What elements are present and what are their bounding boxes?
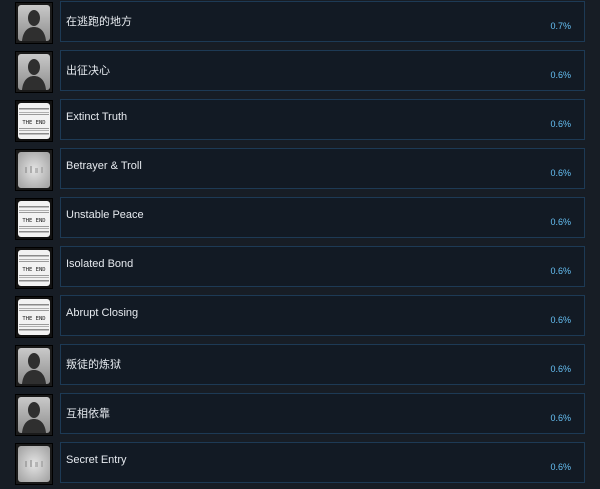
achievement-panel: Secret Entry 0.6% bbox=[60, 442, 585, 483]
the-end-icon: THE END bbox=[15, 247, 53, 289]
achievement-name: Isolated Bond bbox=[66, 258, 134, 270]
svg-text:THE END: THE END bbox=[22, 316, 45, 322]
achievement-name: Betrayer & Troll bbox=[66, 160, 142, 172]
achievement-percent: 0.6% bbox=[550, 266, 571, 276]
achievement-panel: Isolated Bond 0.6% bbox=[60, 246, 585, 287]
achievement-percent: 0.6% bbox=[550, 70, 571, 80]
achievement-row[interactable]: 在逃跑的地方 0.7% bbox=[0, 0, 600, 49]
achievement-panel: Betrayer & Troll 0.6% bbox=[60, 148, 585, 189]
svg-text:THE END: THE END bbox=[22, 267, 45, 273]
achievement-panel: 出征决心 0.6% bbox=[60, 50, 585, 91]
achievement-panel: Abrupt Closing 0.6% bbox=[60, 295, 585, 336]
the-end-icon: THE END bbox=[15, 100, 53, 142]
silhouette-icon bbox=[15, 345, 53, 387]
achievement-row[interactable]: Secret Entry 0.6% bbox=[0, 441, 600, 489]
achievement-row[interactable]: 叛徒的炼狱 0.6% bbox=[0, 343, 600, 392]
achievement-percent: 0.6% bbox=[550, 119, 571, 129]
the-end-icon: THE END bbox=[15, 296, 53, 338]
silhouette-icon bbox=[15, 51, 53, 93]
achievement-percent: 0.6% bbox=[550, 462, 571, 472]
achievement-percent: 0.6% bbox=[550, 413, 571, 423]
achievement-row[interactable]: 出征决心 0.6% bbox=[0, 49, 600, 98]
achievement-percent: 0.6% bbox=[550, 315, 571, 325]
achievement-name: Unstable Peace bbox=[66, 209, 144, 221]
achievement-name: 在逃跑的地方 bbox=[66, 16, 132, 28]
achievement-row[interactable]: THE END Abrupt Closing 0.6% bbox=[0, 294, 600, 343]
achievement-percent: 0.6% bbox=[550, 168, 571, 178]
achievement-row[interactable]: THE END Extinct Truth 0.6% bbox=[0, 98, 600, 147]
achievement-list: 在逃跑的地方 0.7% 出征决心 0.6% THE END Extinct Truth 0.… bbox=[0, 0, 600, 489]
achievement-name: Extinct Truth bbox=[66, 111, 128, 123]
svg-text:THE END: THE END bbox=[22, 218, 45, 224]
achievement-row[interactable]: Betrayer & Troll 0.6% bbox=[0, 147, 600, 196]
achievement-panel: 互相依靠 0.6% bbox=[60, 393, 585, 434]
achievement-row[interactable]: THE END Isolated Bond 0.6% bbox=[0, 245, 600, 294]
achievement-name: Secret Entry bbox=[66, 454, 127, 466]
achievement-name: 出征决心 bbox=[66, 65, 110, 77]
silhouette-icon bbox=[15, 394, 53, 436]
achievement-name: Abrupt Closing bbox=[66, 307, 139, 319]
achievement-panel: Unstable Peace 0.6% bbox=[60, 197, 585, 238]
svg-text:THE END: THE END bbox=[22, 120, 45, 126]
achievement-panel: 叛徒的炼狱 0.6% bbox=[60, 344, 585, 385]
achievement-percent: 0.7% bbox=[550, 21, 571, 31]
blurred-grey-icon bbox=[15, 149, 53, 191]
achievement-percent: 0.6% bbox=[550, 364, 571, 374]
blurred-grey-icon bbox=[15, 443, 53, 485]
silhouette-icon bbox=[15, 2, 53, 44]
achievement-panel: Extinct Truth 0.6% bbox=[60, 99, 585, 140]
achievement-row[interactable]: THE END Unstable Peace 0.6% bbox=[0, 196, 600, 245]
achievement-percent: 0.6% bbox=[550, 217, 571, 227]
achievement-name: 互相依靠 bbox=[66, 408, 110, 420]
achievement-name: 叛徒的炼狱 bbox=[66, 359, 121, 371]
achievement-row[interactable]: 互相依靠 0.6% bbox=[0, 392, 600, 441]
the-end-icon: THE END bbox=[15, 198, 53, 240]
achievement-panel: 在逃跑的地方 0.7% bbox=[60, 1, 585, 42]
